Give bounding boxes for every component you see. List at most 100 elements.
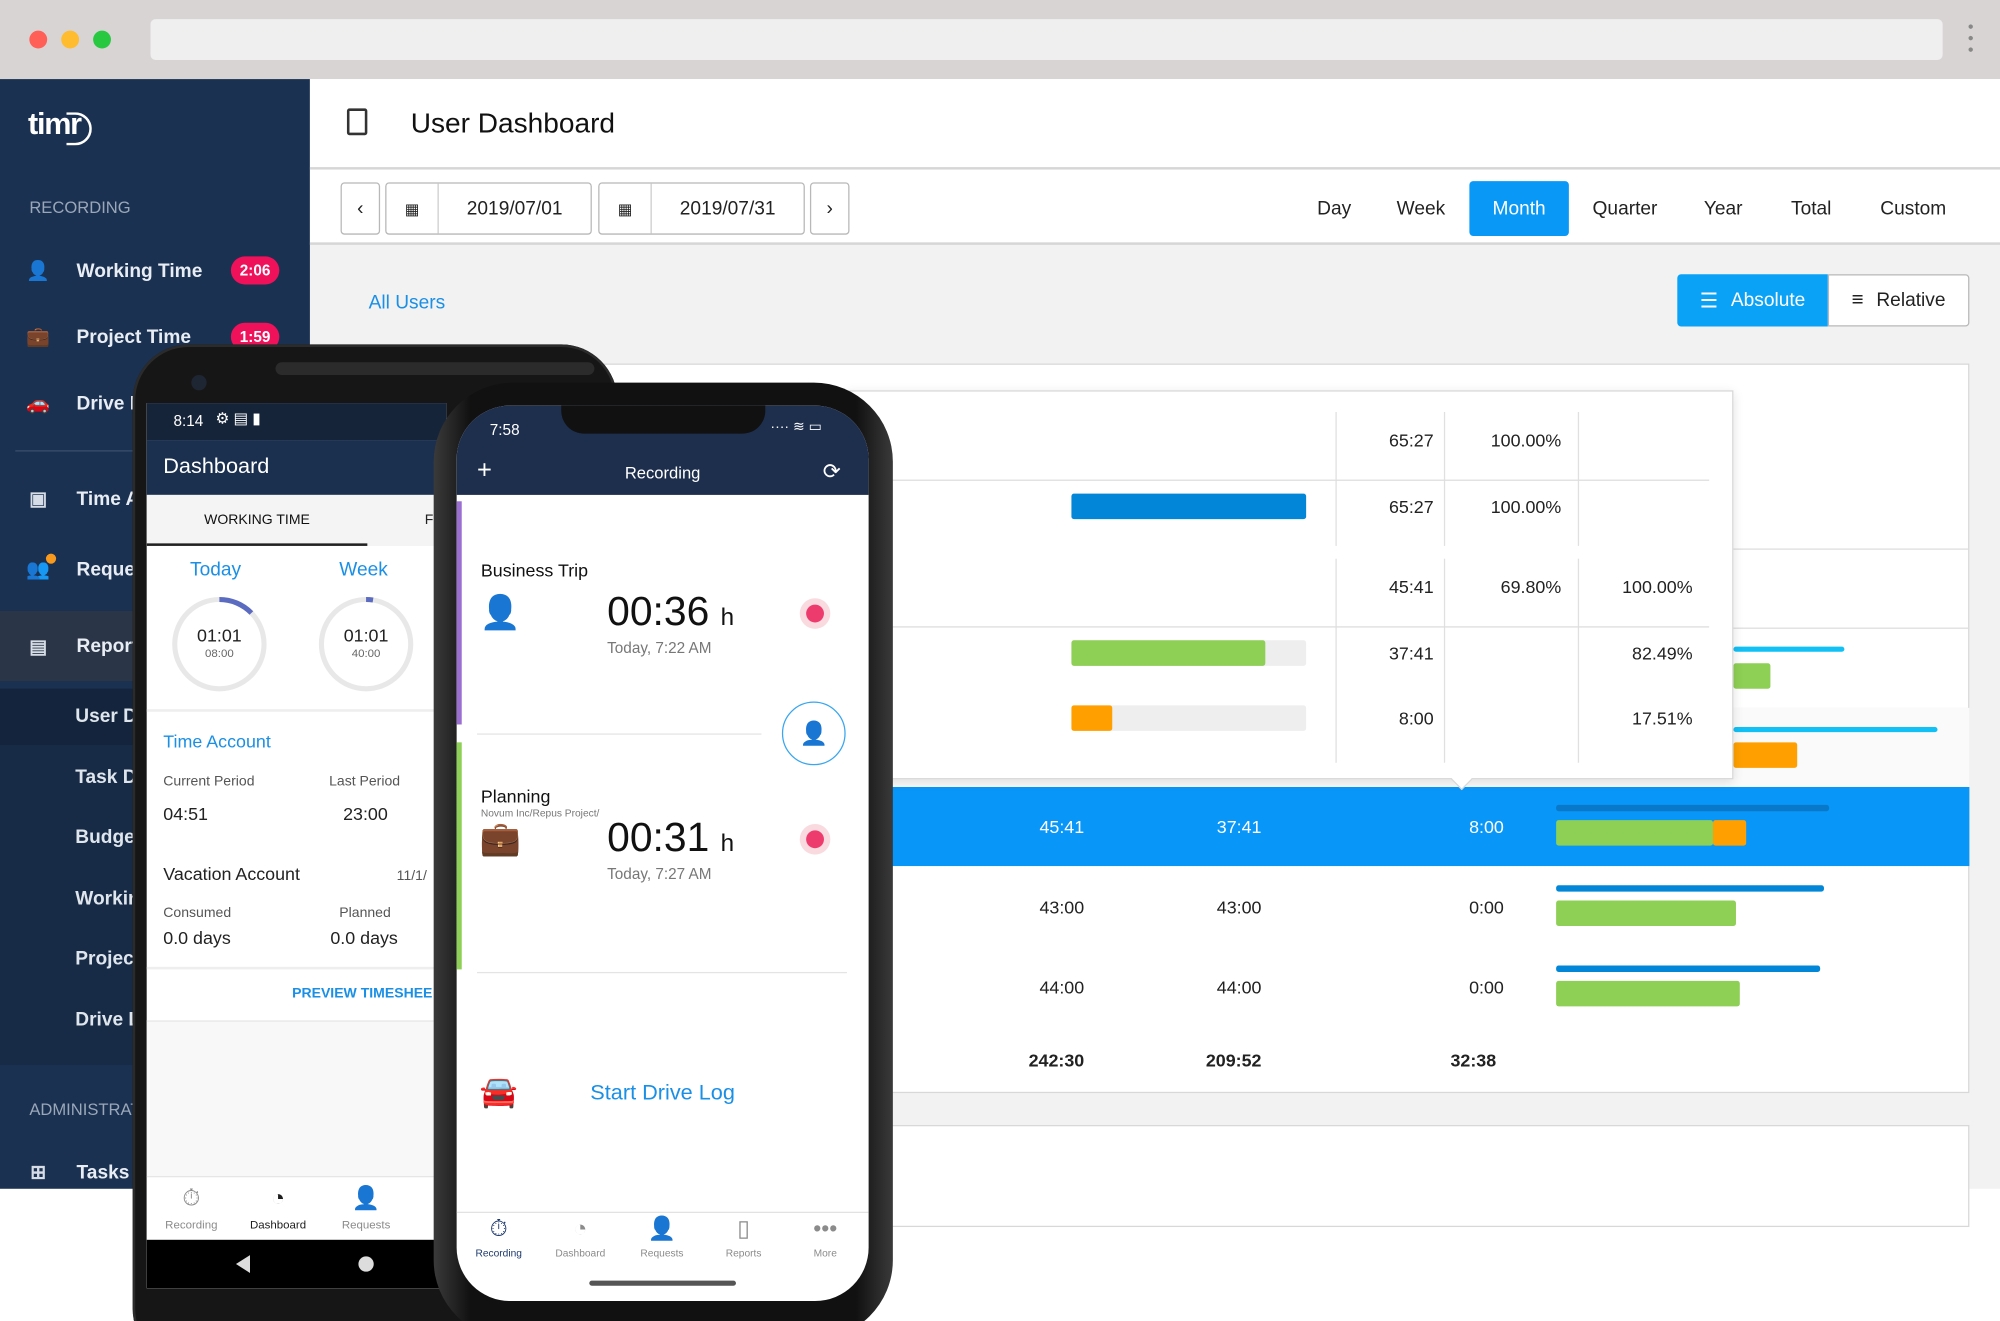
notification-dot (45, 553, 57, 564)
preview-timesheet-button[interactable]: PREVIEW TIMESHEE (292, 986, 432, 1001)
pie-chart-icon[interactable]: ◔ (536, 1216, 625, 1243)
total-cell: 32:38 (1450, 1049, 1497, 1071)
cell-working: 43:00 (1216, 896, 1262, 918)
date-to-field[interactable]: ▦ 2019/07/31 (598, 182, 805, 235)
tab-day[interactable]: Day (1302, 181, 1366, 236)
minimize-window-button[interactable] (61, 30, 80, 49)
popup-pct1: 100.00% (1490, 496, 1562, 517)
current-period-value: 04:51 (163, 803, 208, 824)
status-bar: 8:14 ⚙ ▤ ▮ (146, 403, 447, 441)
sidebar-item-label: Working Time (76, 259, 203, 282)
sidebar-item-working-time[interactable]: 👤 Working Time 2:06 (0, 242, 310, 298)
timer-badge: 2:06 (230, 256, 280, 285)
vacation-date: 11/1/ (396, 868, 427, 884)
nav-dashboard[interactable]: Dashboard (536, 1247, 625, 1258)
bar-line (1556, 965, 1821, 972)
more-icon[interactable]: ••• (781, 1216, 869, 1243)
popup-value: 37:41 (1388, 642, 1434, 664)
bg-bar-line (1733, 646, 1845, 652)
tab-working-time[interactable]: WORKING TIME (146, 495, 368, 546)
tab-week[interactable]: Week (1385, 181, 1456, 236)
report-icon[interactable]: ▯ (699, 1216, 788, 1243)
popup-value: 65:27 (1388, 429, 1434, 451)
popup-value: 45:41 (1388, 576, 1434, 597)
current-period-label: Current Period (163, 774, 255, 790)
entry-start-time: Today, 7:22 AM (607, 639, 712, 657)
maximize-window-button[interactable] (93, 30, 111, 49)
report-card-secondary (871, 1124, 1970, 1228)
chevron-right-icon: › (826, 197, 833, 220)
tab-quarter[interactable]: Quarter (1580, 181, 1669, 236)
sidebar-item-label: Report (76, 635, 139, 657)
nav-more[interactable]: More (781, 1247, 869, 1258)
user-check-icon[interactable]: 👤 (321, 1185, 410, 1212)
pie-chart-icon[interactable]: ◔ (233, 1185, 322, 1212)
stop-recording-button[interactable] (799, 598, 831, 629)
iphone-screen: 7:58 ···· ≋ ▭ + Recording ⟳ Business Tri… (456, 405, 869, 1302)
next-period-button[interactable]: › (809, 182, 850, 235)
kebab-menu-icon[interactable]: ● ● ● (1966, 20, 1976, 54)
user-file-icon: ▣ (29, 488, 48, 511)
duration-unit: h (720, 830, 735, 858)
nav-requests[interactable]: Requests (617, 1247, 706, 1258)
relative-view-button[interactable]: ≡ Relative (1827, 274, 1970, 327)
home-button[interactable] (358, 1256, 374, 1272)
all-users-link[interactable]: All Users (369, 292, 446, 314)
tab-custom[interactable]: Custom (1866, 181, 1960, 236)
page-title: User Dashboard (410, 107, 616, 140)
report-icon: ▤ (29, 635, 48, 658)
consumed-label: Consumed (163, 905, 232, 921)
android-screen: 8:14 ⚙ ▤ ▮ Dashboard WORKING TIME F Toda… (146, 403, 447, 1289)
nav-recording[interactable]: Recording (147, 1218, 236, 1231)
user-check-icon[interactable]: 👤 (617, 1216, 706, 1243)
tab-total[interactable]: Total (1778, 181, 1844, 236)
briefcase-clock-icon: 💼 (26, 326, 51, 349)
popup-value: 8:00 (1398, 707, 1434, 729)
today-label: Today (190, 558, 242, 581)
stop-recording-button[interactable] (799, 823, 831, 855)
nav-requests[interactable]: Requests (321, 1218, 410, 1231)
col-divider (1443, 558, 1446, 763)
close-window-button[interactable] (29, 30, 48, 49)
bar-green (1556, 980, 1740, 1007)
bar-line (1556, 885, 1824, 892)
nav-reports[interactable]: Reports (699, 1247, 788, 1258)
week-value: 01:01 (343, 624, 389, 646)
page-header: User Dashboard (309, 79, 2000, 170)
stopwatch-icon[interactable]: ⏱ (457, 1216, 544, 1243)
relative-label: Relative (1876, 289, 1946, 312)
speaker-grille (275, 362, 595, 375)
nav-dashboard[interactable]: Dashboard (233, 1218, 322, 1231)
logo-clock-mark (66, 112, 92, 146)
row-divider (846, 479, 1710, 481)
start-drive-log-button[interactable]: Start Drive Log (457, 1080, 869, 1106)
calendar-icon: ▦ (386, 183, 439, 234)
tab-month[interactable]: Month (1469, 181, 1569, 236)
stopwatch-icon[interactable]: ⏱ (147, 1185, 236, 1212)
back-button[interactable] (235, 1255, 250, 1273)
popup-pct1: 69.80% (1500, 576, 1562, 597)
bar-green (1556, 820, 1714, 846)
week-target: 40:00 (351, 646, 381, 660)
last-period-label: Last Period (329, 774, 401, 790)
switch-task-button[interactable]: 👤 (781, 701, 846, 766)
tab-year[interactable]: Year (1691, 181, 1755, 236)
sync-icon[interactable]: ⟳ (823, 459, 841, 485)
absolute-view-button[interactable]: ☰ Absolute (1677, 274, 1828, 327)
tab-next[interactable]: F (425, 495, 434, 546)
col-divider (1577, 558, 1580, 763)
bar-fill (1071, 493, 1307, 520)
status-time: 7:58 (489, 420, 520, 439)
nav-recording[interactable]: Recording (457, 1247, 544, 1258)
car-icon: 🚗 (26, 392, 51, 415)
date-from-field[interactable]: ▦ 2019/07/01 (385, 182, 592, 235)
previous-period-button[interactable]: ‹ (340, 182, 381, 235)
user-clock-icon: 👤 (479, 593, 521, 632)
status-time: 8:14 (173, 411, 204, 430)
time-account-heading: Time Account (163, 730, 271, 752)
user-briefcase-icon: 👤 (799, 720, 829, 747)
bg-bar-green (1733, 663, 1771, 689)
address-bar[interactable] (150, 19, 1943, 60)
calendar-icon: ▦ (599, 183, 652, 234)
front-camera (191, 374, 207, 391)
